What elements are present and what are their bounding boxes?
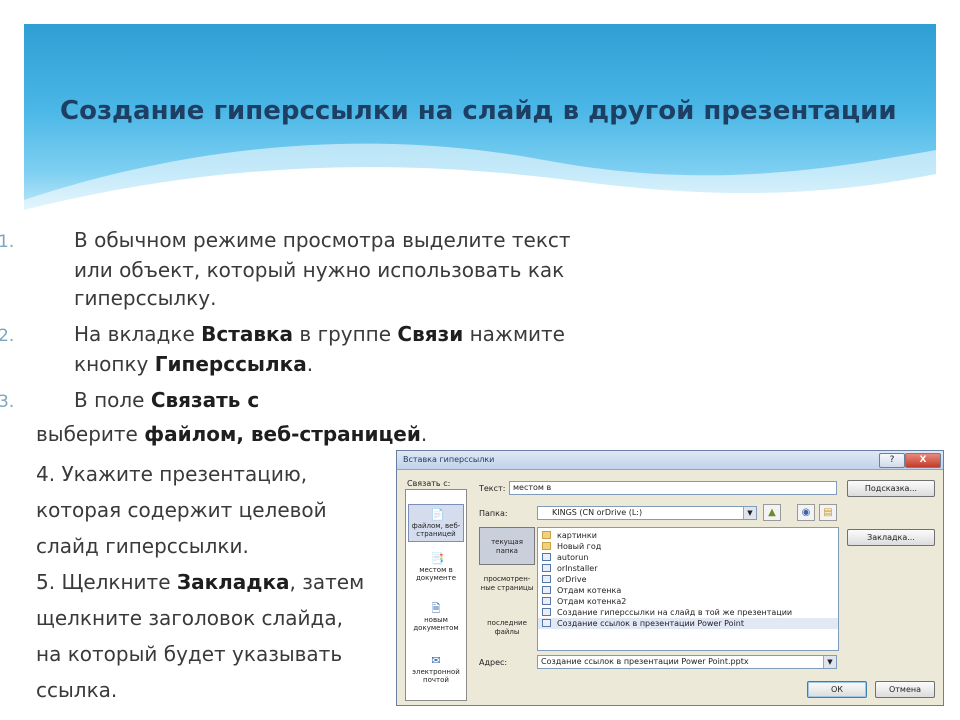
step-bold: Вставка [201,322,294,346]
bookmark-button[interactable]: Закладка... [847,529,935,546]
link-to-email[interactable]: ✉ электронной почтой [408,654,464,690]
file-icon [542,553,551,561]
cancel-button[interactable]: Отмена [875,681,935,698]
file-name: orDrive [557,575,587,584]
help-button[interactable]: ? [879,453,905,468]
ok-button[interactable]: ОК [807,681,867,698]
look-in-buttons: текущая папка просмотрен-ные страницы по… [479,527,535,651]
slide-title: Создание гиперссылки на слайд в другой п… [60,96,897,126]
address-dropdown[interactable]: Создание ссылок в презентации Power Poin… [537,655,837,669]
file-name: Отдам котенка2 [557,597,627,606]
email-icon: ✉ [431,654,441,667]
step-text: в группе [293,322,398,346]
dialog-title: Вставка гиперссылки [403,455,495,464]
wave-decoration [24,143,936,210]
presentation-icon [542,586,551,594]
file-name: Создание ссылок в презентации Power Poin… [557,619,744,628]
step-1: 1. В обычном режиме просмотра выделите те… [0,226,596,312]
close-button[interactable]: X [905,453,941,468]
list-item[interactable]: Отдам котенка2 [538,596,838,607]
step-text: слайд гиперссылки. [36,534,249,558]
step-text: . [306,352,314,376]
presentation-icon [542,619,551,627]
text-label: Текст: [479,484,506,493]
dialog-titlebar: Вставка гиперссылки ? X [397,451,943,470]
browsed-pages-button[interactable]: просмотрен-ные страницы [479,573,535,613]
file-name: картинки [557,531,597,540]
folder-icon [542,542,551,550]
step-number: 2. [0,326,15,346]
file-name: Новый год [557,542,602,551]
list-item[interactable]: orInstaller [538,563,838,574]
step-bold: файлом, веб-страницей [144,422,421,446]
new-doc-icon: 🗎 [431,602,441,615]
browse-file-icon[interactable]: ▤ [819,504,837,521]
presentation-icon [542,597,551,605]
folder-value: KINGS (CN orDrive (L:) [552,508,643,517]
step-bold: Закладка [176,570,290,594]
step-number: 3. [0,392,15,412]
step-text: на который будет указывать [36,642,343,666]
address-label: Адрес: [479,658,508,667]
step-text: 5. Щелкните [36,570,177,594]
link-to-new-document[interactable]: 🗎 новым документом [408,602,464,638]
list-item[interactable]: Создание ссылок в презентации Power Poin… [538,618,838,629]
step-text: . [420,422,428,446]
folder-dropdown[interactable]: KINGS (CN orDrive (L:) ▼ [537,506,757,520]
step-2: 2. На вкладке Вставка в группе Связи нажм… [0,320,596,378]
link-item-label: новым документом [413,616,459,632]
file-icon [542,575,551,583]
recent-files-button[interactable]: последние файлы [479,617,535,649]
step-number: 1. [0,232,15,252]
folder-label: Папка: [479,509,508,518]
screentip-button[interactable]: Подсказка... [847,480,935,497]
step-text: ссылка. [36,678,118,702]
link-item-label: файлом, веб-страницей [411,522,461,538]
step-bold: Связи [397,322,464,346]
address-value: Создание ссылок в презентации Power Poin… [541,657,749,666]
display-text-input[interactable]: местом в [509,481,837,495]
list-item[interactable]: Создание гиперссылки на слайд в той же п… [538,607,838,618]
presentation-icon [542,608,551,616]
step-text: выберите [36,422,145,446]
bookmark-doc-icon: 📑 [430,552,445,565]
list-item[interactable]: orDrive [538,574,838,585]
step-text: , затем [289,570,365,594]
browse-web-icon[interactable]: ◉ [797,504,815,521]
document-icon: 📄 [430,508,445,521]
chevron-down-icon: ▼ [743,507,756,519]
folder-icon [542,531,551,539]
step-text: На вкладке [74,322,202,346]
list-item[interactable]: Отдам котенка [538,585,838,596]
insert-hyperlink-dialog: Вставка гиперссылки ? X Связать с: 📄 фай… [396,450,944,706]
file-list: картинки Новый год autorun orInstaller o… [537,527,839,651]
chevron-down-icon: ▼ [823,656,836,668]
link-to-bar: 📄 файлом, веб-страницей 📑 местом в докум… [405,489,467,701]
step-3: 3. В поле Связать с [0,386,596,416]
list-item[interactable]: картинки [538,530,838,541]
step-text: В обычном режиме просмотра выделите текс… [74,228,571,310]
file-icon [542,564,551,572]
list-item[interactable]: Новый год [538,541,838,552]
file-name: Создание гиперссылки на слайд в той же п… [557,608,793,617]
step-text: которая содержит целевой [36,498,327,522]
current-folder-button[interactable]: текущая папка [479,527,535,565]
step-bold: Связать с [150,388,260,412]
link-to-label: Связать с: [407,479,451,488]
file-name: autorun [557,553,589,562]
step-text: 4. Укажите презентацию, [36,462,308,486]
link-to-file-web[interactable]: 📄 файлом, веб-страницей [408,504,464,542]
up-folder-icon[interactable]: ▲ [763,504,781,521]
step-3-cont: выберите файлом, веб-страницей. [36,420,596,448]
file-name: Отдам котенка [557,586,622,595]
link-to-place-in-document[interactable]: 📑 местом в документе [408,552,464,588]
link-item-label: электронной почтой [412,668,460,684]
link-item-label: местом в документе [415,566,457,582]
step-text: щелкните заголовок слайда, [36,606,343,630]
list-item[interactable]: autorun [538,552,838,563]
slide: Создание гиперссылки на слайд в другой п… [0,0,960,720]
step-bold: Гиперссылка [154,352,307,376]
file-name: orInstaller [557,564,598,573]
step-text: В поле [74,388,151,412]
